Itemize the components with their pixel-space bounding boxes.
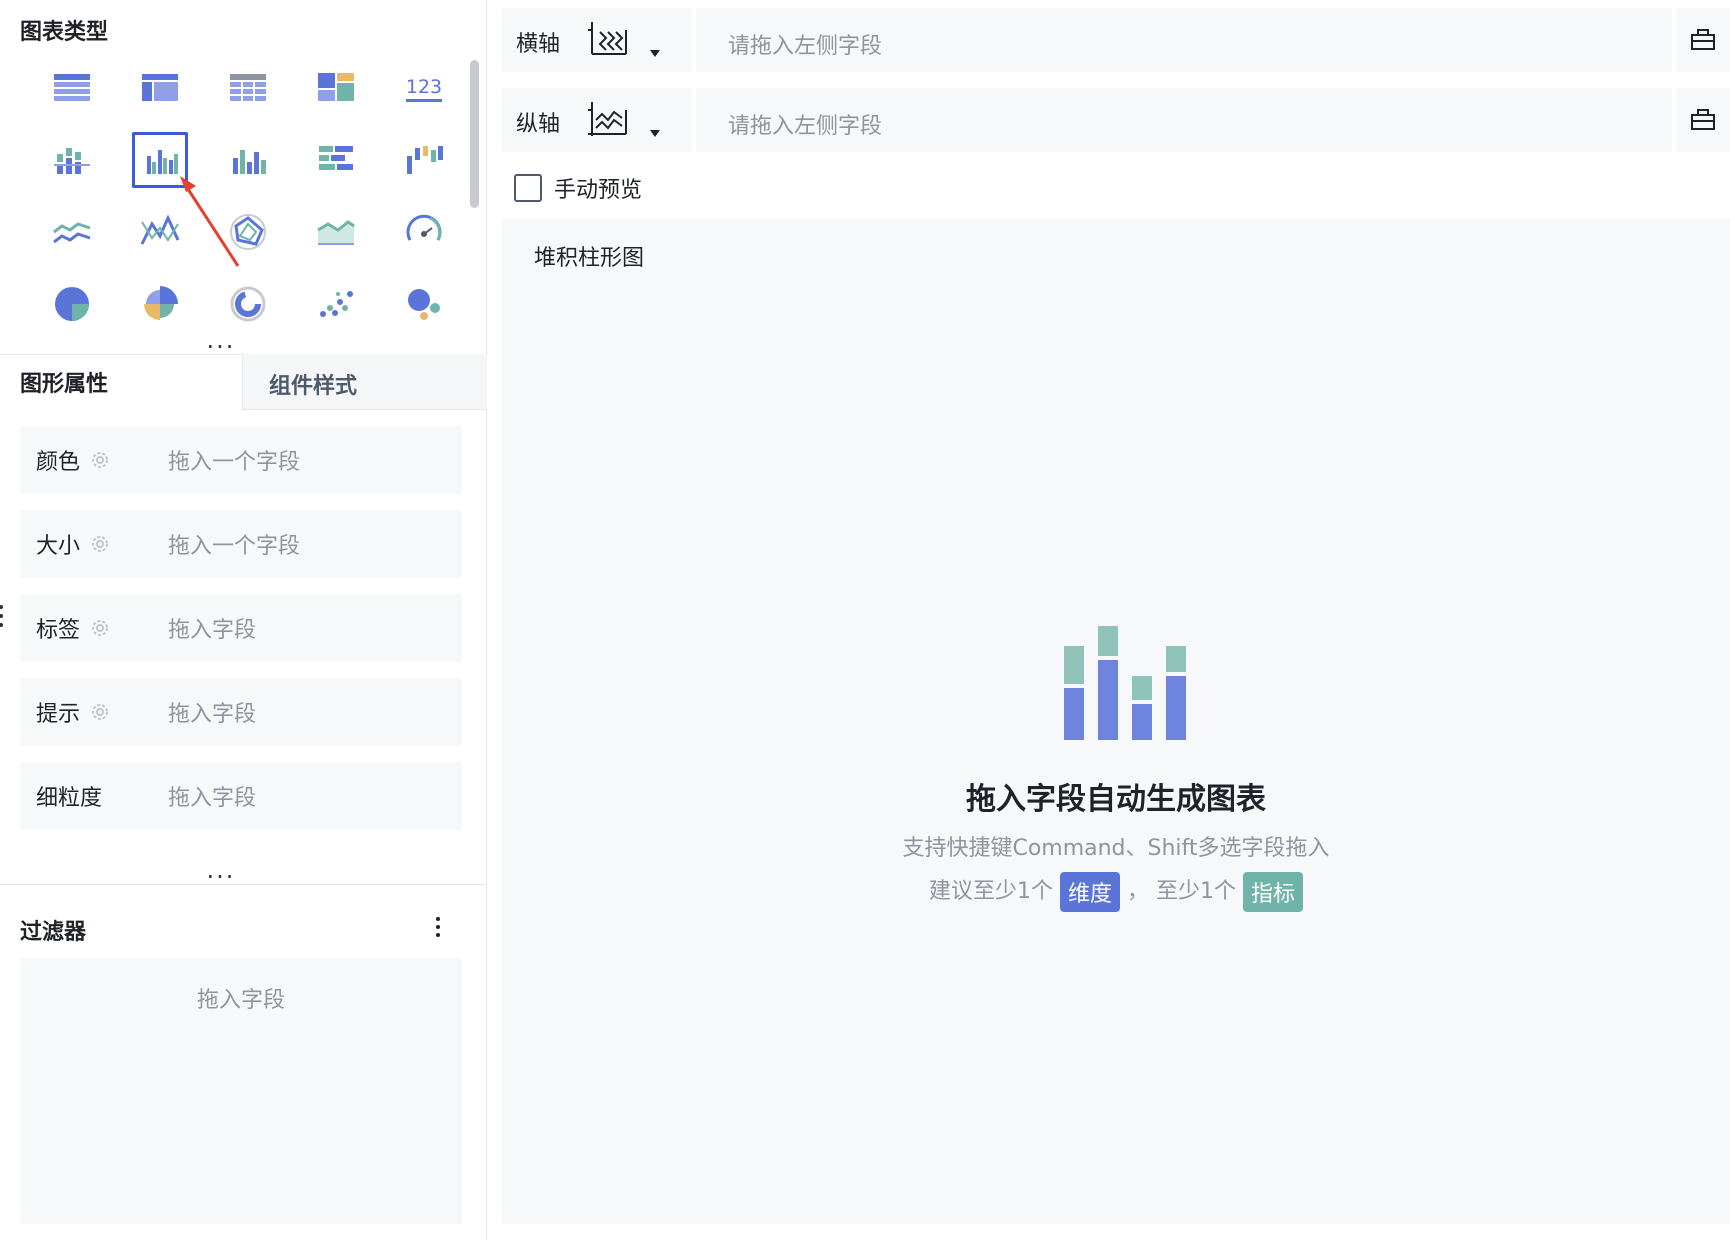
empty-state-suggestion: 建议至少1个 维度 ， 至少1个 指标 — [502, 872, 1730, 912]
bubble-icon[interactable] — [380, 268, 468, 340]
suggest-middle: 至少1个 — [1156, 879, 1236, 904]
prop-label: 大小 — [36, 534, 81, 559]
x-axis-dropdown-icon[interactable] — [650, 50, 660, 57]
rose-pie-icon[interactable] — [116, 268, 204, 340]
gear-icon[interactable] — [90, 450, 110, 470]
chart-type-title: 图表类型 — [20, 20, 109, 45]
bar-icon[interactable] — [292, 124, 380, 196]
number-indicator-icon[interactable]: 123 — [380, 52, 468, 124]
prop-tooltip-drop[interactable]: 提示 拖入字段 — [20, 678, 462, 746]
prop-placeholder: 拖入字段 — [168, 702, 257, 727]
filter-title: 过滤器 — [20, 920, 87, 945]
ring-icon[interactable] — [204, 268, 292, 340]
more-icon[interactable] — [432, 914, 444, 940]
grouped-column-icon[interactable] — [116, 124, 204, 196]
suggest-separator: ， — [1126, 879, 1149, 904]
side-drag-handle[interactable] — [0, 604, 4, 628]
prop-label-drop[interactable]: 标签 拖入字段 — [20, 594, 462, 662]
gear-icon[interactable] — [90, 534, 110, 554]
manual-preview-toggle[interactable]: 手动预览 — [514, 172, 642, 204]
detail-table-icon[interactable] — [204, 52, 292, 124]
filter-drop-zone[interactable]: 拖入字段 — [20, 958, 462, 1224]
x-axis-toolbox-button[interactable] — [1676, 8, 1730, 72]
gauge-icon[interactable] — [380, 196, 468, 268]
prop-placeholder: 拖入一个字段 — [168, 534, 301, 559]
y-axis-shelf: 纵轴 — [502, 88, 692, 152]
tab-shape-props[interactable]: 图形属性 — [20, 366, 108, 398]
metric-tag: 指标 — [1243, 872, 1304, 912]
toolbox-icon — [1691, 29, 1715, 50]
number-indicator-text: 123 — [406, 76, 442, 98]
right-panel: 横轴 请拖入左侧字段 纵轴 请拖入左侧字段 手动预览 堆积柱形图 拖入字段自动生… — [502, 0, 1730, 1240]
y-axis-row: 纵轴 请拖入左侧字段 — [502, 88, 1730, 152]
selected-chart-frame — [132, 132, 188, 188]
multi-line-icon[interactable] — [116, 196, 204, 268]
y-axis-drop-zone[interactable]: 请拖入左侧字段 — [696, 88, 1672, 152]
dimension-tag: 维度 — [1059, 872, 1120, 912]
card-layout-icon[interactable] — [292, 52, 380, 124]
tab-component-style[interactable]: 组件样式 — [242, 354, 487, 410]
prop-color-drop[interactable]: 颜色 拖入一个字段 — [20, 426, 462, 494]
manual-preview-checkbox[interactable] — [514, 174, 542, 202]
cross-table-icon[interactable] — [116, 52, 204, 124]
x-axis-label: 横轴 — [516, 32, 561, 57]
filter-placeholder: 拖入字段 — [196, 988, 285, 1013]
y-axis-label: 纵轴 — [516, 112, 561, 137]
prop-placeholder: 拖入字段 — [168, 618, 257, 643]
prop-placeholder: 拖入字段 — [168, 786, 257, 811]
stacked-column-icon[interactable] — [28, 124, 116, 196]
chart-editor: 图表类型 123 ··· 图形属性 组件样式 颜色 拖入一个字段 大小 拖入一个… — [0, 0, 1730, 1240]
chart-canvas: 堆积柱形图 拖入字段自动生成图表 支持快捷键Command、Shift多选字段拖… — [502, 218, 1730, 1224]
prop-label: 细粒度 — [36, 786, 103, 811]
x-axis-shelf: 横轴 — [502, 8, 692, 72]
left-panel: 图表类型 123 ··· 图形属性 组件样式 颜色 拖入一个字段 大小 拖入一个… — [0, 0, 487, 1240]
filter-divider — [0, 884, 487, 885]
resize-handle-bottom[interactable]: ··· — [206, 865, 236, 889]
radar-icon[interactable] — [204, 196, 292, 268]
y-axis-type-icon[interactable] — [586, 98, 630, 142]
y-axis-toolbox-button[interactable] — [1676, 88, 1730, 152]
prop-granularity-drop[interactable]: 细粒度 拖入字段 — [20, 762, 462, 830]
line-icon[interactable] — [28, 196, 116, 268]
y-axis-dropdown-icon[interactable] — [650, 130, 660, 137]
chart-name: 堆积柱形图 — [534, 246, 645, 271]
x-axis-drop-zone[interactable]: 请拖入左侧字段 — [696, 8, 1672, 72]
suggest-prefix: 建议至少1个 — [928, 879, 1053, 904]
pie-icon[interactable] — [28, 268, 116, 340]
chart-type-grid: 123 — [28, 52, 448, 340]
table-icon[interactable] — [28, 52, 116, 124]
gear-icon[interactable] — [90, 702, 110, 722]
column-icon[interactable] — [204, 124, 292, 196]
empty-state-title: 拖入字段自动生成图表 — [966, 782, 1266, 817]
manual-preview-label: 手动预览 — [554, 178, 643, 203]
area-icon[interactable] — [292, 196, 380, 268]
stacked-column-illustration — [1064, 626, 1186, 740]
waterfall-icon[interactable] — [380, 124, 468, 196]
prop-placeholder: 拖入一个字段 — [168, 450, 301, 475]
gear-icon[interactable] — [90, 618, 110, 638]
prop-label: 标签 — [36, 618, 81, 643]
x-axis-row: 横轴 请拖入左侧字段 — [502, 8, 1730, 72]
x-axis-type-icon[interactable] — [586, 18, 630, 62]
chart-type-scrollbar[interactable] — [470, 60, 479, 208]
empty-state-hint: 支持快捷键Command、Shift多选字段拖入 — [902, 836, 1330, 861]
prop-label: 提示 — [36, 702, 81, 727]
resize-handle-top[interactable]: ··· — [206, 335, 236, 359]
scatter-icon[interactable] — [292, 268, 380, 340]
prop-size-drop[interactable]: 大小 拖入一个字段 — [20, 510, 462, 578]
prop-label: 颜色 — [36, 450, 81, 475]
toolbox-icon — [1691, 109, 1715, 130]
